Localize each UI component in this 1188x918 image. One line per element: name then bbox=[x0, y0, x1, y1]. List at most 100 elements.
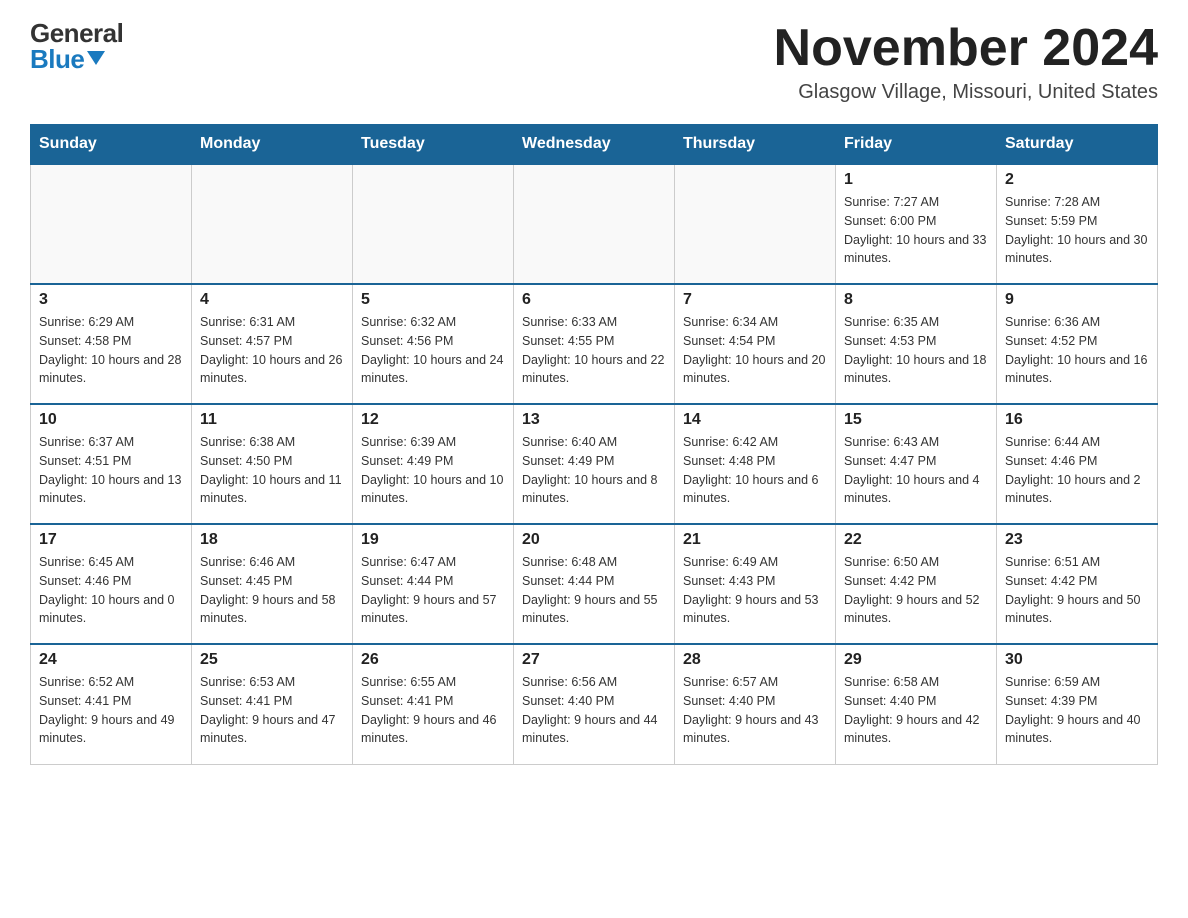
calendar-cell: 28 Sunrise: 6:57 AM Sunset: 4:40 PM Dayli… bbox=[675, 644, 836, 764]
day-number: 4 bbox=[200, 291, 344, 309]
day-header-wednesday: Wednesday bbox=[514, 125, 675, 165]
day-number: 15 bbox=[844, 411, 988, 429]
day-number: 7 bbox=[683, 291, 827, 309]
calendar-cell bbox=[192, 164, 353, 284]
calendar-cell: 13 Sunrise: 6:40 AM Sunset: 4:49 PM Dayli… bbox=[514, 404, 675, 524]
day-header-tuesday: Tuesday bbox=[353, 125, 514, 165]
day-header-sunday: Sunday bbox=[31, 125, 192, 165]
day-info: Sunrise: 6:49 AM Sunset: 4:43 PM Dayligh… bbox=[683, 553, 827, 628]
calendar-cell: 3 Sunrise: 6:29 AM Sunset: 4:58 PM Daylig… bbox=[31, 284, 192, 404]
day-number: 17 bbox=[39, 531, 183, 549]
day-info: Sunrise: 6:57 AM Sunset: 4:40 PM Dayligh… bbox=[683, 673, 827, 748]
month-year-title: November 2024 bbox=[774, 20, 1158, 77]
location-subtitle: Glasgow Village, Missouri, United States bbox=[774, 81, 1158, 104]
day-number: 3 bbox=[39, 291, 183, 309]
calendar-cell: 2 Sunrise: 7:28 AM Sunset: 5:59 PM Daylig… bbox=[997, 164, 1158, 284]
calendar-cell: 17 Sunrise: 6:45 AM Sunset: 4:46 PM Dayli… bbox=[31, 524, 192, 644]
day-header-monday: Monday bbox=[192, 125, 353, 165]
logo-triangle-icon bbox=[87, 51, 105, 65]
logo-general-text: General bbox=[30, 20, 123, 46]
day-number: 13 bbox=[522, 411, 666, 429]
calendar-cell: 24 Sunrise: 6:52 AM Sunset: 4:41 PM Dayli… bbox=[31, 644, 192, 764]
calendar-cell: 7 Sunrise: 6:34 AM Sunset: 4:54 PM Daylig… bbox=[675, 284, 836, 404]
calendar-table: SundayMondayTuesdayWednesdayThursdayFrid… bbox=[30, 124, 1158, 765]
week-row-5: 24 Sunrise: 6:52 AM Sunset: 4:41 PM Dayli… bbox=[31, 644, 1158, 764]
day-info: Sunrise: 6:50 AM Sunset: 4:42 PM Dayligh… bbox=[844, 553, 988, 628]
week-row-2: 3 Sunrise: 6:29 AM Sunset: 4:58 PM Daylig… bbox=[31, 284, 1158, 404]
day-number: 2 bbox=[1005, 171, 1149, 189]
day-info: Sunrise: 6:32 AM Sunset: 4:56 PM Dayligh… bbox=[361, 313, 505, 388]
calendar-cell: 14 Sunrise: 6:42 AM Sunset: 4:48 PM Dayli… bbox=[675, 404, 836, 524]
calendar-cell: 5 Sunrise: 6:32 AM Sunset: 4:56 PM Daylig… bbox=[353, 284, 514, 404]
day-info: Sunrise: 6:33 AM Sunset: 4:55 PM Dayligh… bbox=[522, 313, 666, 388]
day-number: 19 bbox=[361, 531, 505, 549]
calendar-cell bbox=[514, 164, 675, 284]
day-info: Sunrise: 6:44 AM Sunset: 4:46 PM Dayligh… bbox=[1005, 433, 1149, 508]
day-info: Sunrise: 7:28 AM Sunset: 5:59 PM Dayligh… bbox=[1005, 193, 1149, 268]
calendar-cell: 11 Sunrise: 6:38 AM Sunset: 4:50 PM Dayli… bbox=[192, 404, 353, 524]
day-number: 12 bbox=[361, 411, 505, 429]
day-number: 20 bbox=[522, 531, 666, 549]
day-info: Sunrise: 6:55 AM Sunset: 4:41 PM Dayligh… bbox=[361, 673, 505, 748]
title-area: November 2024 Glasgow Village, Missouri,… bbox=[774, 20, 1158, 104]
day-header-friday: Friday bbox=[836, 125, 997, 165]
calendar-cell: 20 Sunrise: 6:48 AM Sunset: 4:44 PM Dayli… bbox=[514, 524, 675, 644]
calendar-cell: 6 Sunrise: 6:33 AM Sunset: 4:55 PM Daylig… bbox=[514, 284, 675, 404]
day-info: Sunrise: 6:53 AM Sunset: 4:41 PM Dayligh… bbox=[200, 673, 344, 748]
day-info: Sunrise: 6:38 AM Sunset: 4:50 PM Dayligh… bbox=[200, 433, 344, 508]
calendar-cell: 10 Sunrise: 6:37 AM Sunset: 4:51 PM Dayli… bbox=[31, 404, 192, 524]
day-number: 24 bbox=[39, 651, 183, 669]
day-info: Sunrise: 6:39 AM Sunset: 4:49 PM Dayligh… bbox=[361, 433, 505, 508]
day-number: 22 bbox=[844, 531, 988, 549]
calendar-cell: 9Sunrise: 6:36 AM Sunset: 4:52 PM Daylig… bbox=[997, 284, 1158, 404]
day-number: 14 bbox=[683, 411, 827, 429]
calendar-cell: 25 Sunrise: 6:53 AM Sunset: 4:41 PM Dayli… bbox=[192, 644, 353, 764]
day-number: 29 bbox=[844, 651, 988, 669]
day-info: Sunrise: 6:46 AM Sunset: 4:45 PM Dayligh… bbox=[200, 553, 344, 628]
week-row-1: 1 Sunrise: 7:27 AM Sunset: 6:00 PM Daylig… bbox=[31, 164, 1158, 284]
calendar-cell: 1 Sunrise: 7:27 AM Sunset: 6:00 PM Daylig… bbox=[836, 164, 997, 284]
day-number: 21 bbox=[683, 531, 827, 549]
calendar-cell: 23Sunrise: 6:51 AM Sunset: 4:42 PM Dayli… bbox=[997, 524, 1158, 644]
day-info: Sunrise: 6:45 AM Sunset: 4:46 PM Dayligh… bbox=[39, 553, 183, 628]
day-number: 30 bbox=[1005, 651, 1149, 669]
days-header-row: SundayMondayTuesdayWednesdayThursdayFrid… bbox=[31, 125, 1158, 165]
calendar-cell: 22 Sunrise: 6:50 AM Sunset: 4:42 PM Dayli… bbox=[836, 524, 997, 644]
day-info: Sunrise: 6:37 AM Sunset: 4:51 PM Dayligh… bbox=[39, 433, 183, 508]
day-number: 26 bbox=[361, 651, 505, 669]
day-info: Sunrise: 6:31 AM Sunset: 4:57 PM Dayligh… bbox=[200, 313, 344, 388]
day-info: Sunrise: 6:40 AM Sunset: 4:49 PM Dayligh… bbox=[522, 433, 666, 508]
day-number: 10 bbox=[39, 411, 183, 429]
day-number: 6 bbox=[522, 291, 666, 309]
day-number: 11 bbox=[200, 411, 344, 429]
day-info: Sunrise: 6:59 AM Sunset: 4:39 PM Dayligh… bbox=[1005, 673, 1149, 748]
day-info: Sunrise: 6:35 AM Sunset: 4:53 PM Dayligh… bbox=[844, 313, 988, 388]
day-info: Sunrise: 6:29 AM Sunset: 4:58 PM Dayligh… bbox=[39, 313, 183, 388]
day-info: Sunrise: 6:43 AM Sunset: 4:47 PM Dayligh… bbox=[844, 433, 988, 508]
calendar-cell: 8 Sunrise: 6:35 AM Sunset: 4:53 PM Daylig… bbox=[836, 284, 997, 404]
calendar-cell bbox=[353, 164, 514, 284]
day-info: Sunrise: 6:42 AM Sunset: 4:48 PM Dayligh… bbox=[683, 433, 827, 508]
day-info: Sunrise: 6:48 AM Sunset: 4:44 PM Dayligh… bbox=[522, 553, 666, 628]
day-info: Sunrise: 6:34 AM Sunset: 4:54 PM Dayligh… bbox=[683, 313, 827, 388]
day-header-thursday: Thursday bbox=[675, 125, 836, 165]
week-row-3: 10 Sunrise: 6:37 AM Sunset: 4:51 PM Dayli… bbox=[31, 404, 1158, 524]
calendar-cell: 27 Sunrise: 6:56 AM Sunset: 4:40 PM Dayli… bbox=[514, 644, 675, 764]
day-number: 5 bbox=[361, 291, 505, 309]
day-info: Sunrise: 6:52 AM Sunset: 4:41 PM Dayligh… bbox=[39, 673, 183, 748]
day-number: 18 bbox=[200, 531, 344, 549]
calendar-cell: 12 Sunrise: 6:39 AM Sunset: 4:49 PM Dayli… bbox=[353, 404, 514, 524]
logo: General Blue bbox=[30, 20, 123, 72]
day-info: Sunrise: 6:56 AM Sunset: 4:40 PM Dayligh… bbox=[522, 673, 666, 748]
day-number: 27 bbox=[522, 651, 666, 669]
day-number: 28 bbox=[683, 651, 827, 669]
day-number: 16 bbox=[1005, 411, 1149, 429]
day-info: Sunrise: 7:27 AM Sunset: 6:00 PM Dayligh… bbox=[844, 193, 988, 268]
calendar-cell: 30 Sunrise: 6:59 AM Sunset: 4:39 PM Dayli… bbox=[997, 644, 1158, 764]
day-number: 1 bbox=[844, 171, 988, 189]
calendar-cell: 26 Sunrise: 6:55 AM Sunset: 4:41 PM Dayli… bbox=[353, 644, 514, 764]
day-header-saturday: Saturday bbox=[997, 125, 1158, 165]
day-info: Sunrise: 6:36 AM Sunset: 4:52 PM Dayligh… bbox=[1005, 313, 1149, 388]
day-number: 8 bbox=[844, 291, 988, 309]
day-number: 25 bbox=[200, 651, 344, 669]
